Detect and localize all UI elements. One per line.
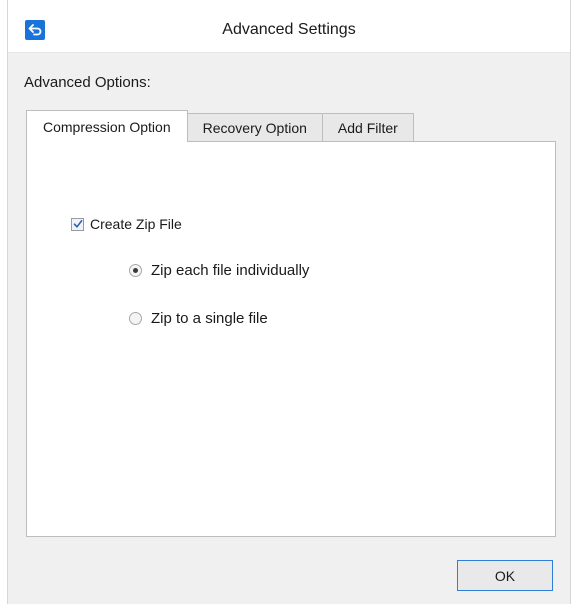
window-title: Advanced Settings <box>222 21 356 38</box>
title-bar: Advanced Settings <box>8 0 570 53</box>
checkbox-checked-icon[interactable] <box>71 217 84 231</box>
tab-add-filter[interactable]: Add Filter <box>321 113 414 142</box>
zip-each-file-individually-label: Zip each file individually <box>151 262 310 279</box>
zip-to-single-file-label: Zip to a single file <box>151 310 268 327</box>
create-zip-file-checkbox[interactable]: Create Zip File <box>71 216 182 232</box>
advanced-settings-dialog: Advanced Settings Advanced Options: Comp… <box>7 0 571 604</box>
tab-compression-option[interactable]: Compression Option <box>26 110 188 143</box>
radio-unselected-icon[interactable] <box>129 312 142 325</box>
advanced-options-label: Advanced Options: <box>24 74 151 91</box>
create-zip-file-label: Create Zip File <box>90 216 182 232</box>
tab-strip: Compression Option Recovery Option Add F… <box>26 110 414 143</box>
zip-each-file-individually-radio[interactable]: Zip each file individually <box>129 262 309 279</box>
radio-selected-icon[interactable] <box>129 264 142 277</box>
ok-button[interactable]: OK <box>457 560 553 591</box>
tab-recovery-option[interactable]: Recovery Option <box>186 113 323 142</box>
compression-option-panel: Create Zip File Zip each file individual… <box>26 141 556 537</box>
zip-to-single-file-radio[interactable]: Zip to a single file <box>129 310 268 327</box>
